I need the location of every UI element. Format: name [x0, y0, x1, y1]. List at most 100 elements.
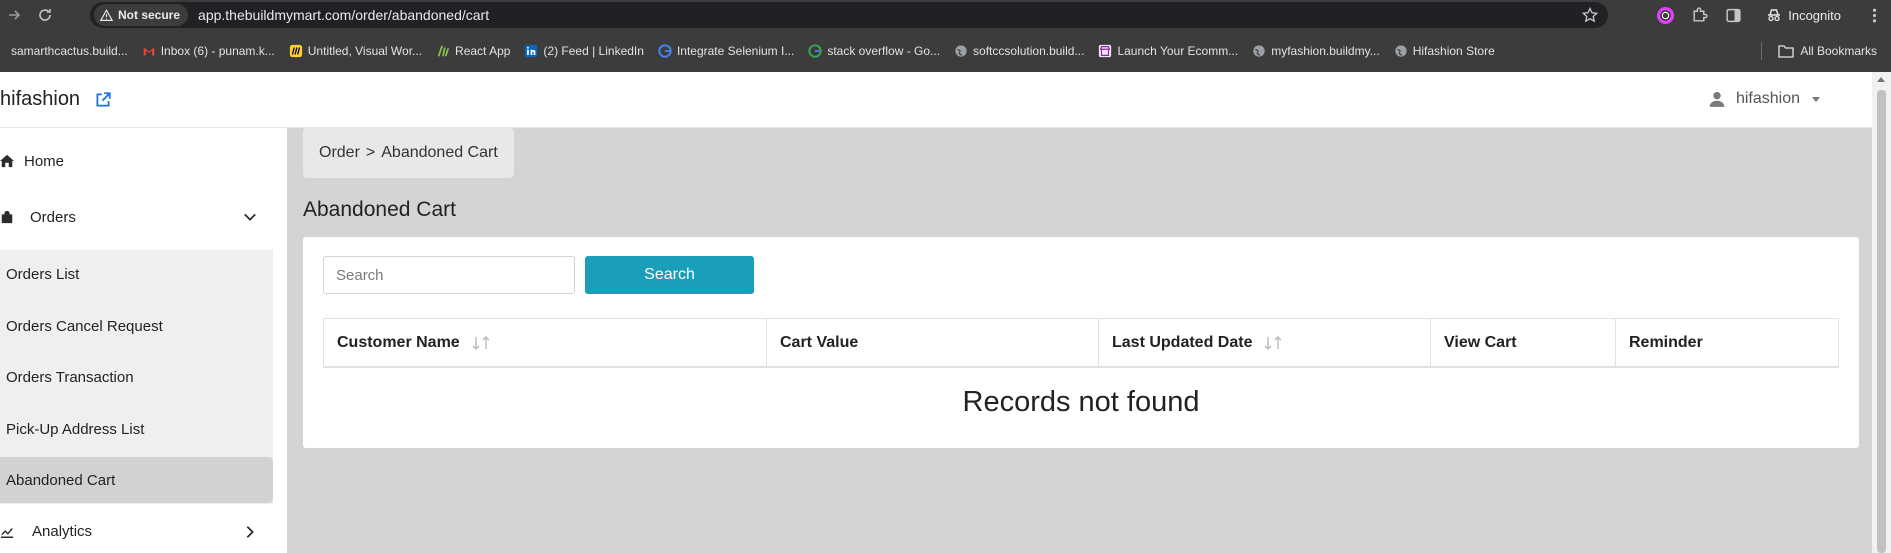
search-input[interactable] — [323, 256, 575, 294]
globe-icon — [1253, 45, 1265, 57]
bookmark-item[interactable]: samarthcactus.build... — [4, 37, 135, 65]
react-app-icon — [437, 45, 450, 57]
side-panel-button[interactable] — [1716, 0, 1750, 30]
sidebar-item-home[interactable]: Home — [0, 138, 287, 184]
orders-submenu: Orders List Orders Cancel Request Orders… — [0, 250, 273, 504]
bookmark-item[interactable]: Inbox (6) - punam.k... — [135, 37, 282, 65]
scroll-thumb[interactable] — [1877, 90, 1886, 553]
column-header-last-updated-date[interactable]: Last Updated Date — [1099, 319, 1431, 366]
caret-down-icon — [1812, 96, 1820, 102]
sidebar: Home Orders Orders List Orders Cancel Re… — [0, 128, 287, 553]
bookmark-label: Inbox (6) - punam.k... — [160, 44, 275, 58]
miro-icon — [289, 44, 302, 58]
bookmark-item[interactable]: softccsolution.build... — [947, 37, 1091, 65]
linkedin-icon — [525, 44, 538, 58]
sidebar-item-label: Pick-Up Address List — [6, 420, 145, 438]
bookmark-star-icon[interactable] — [1582, 7, 1598, 23]
column-label: Cart Value — [780, 333, 859, 351]
external-link-icon[interactable] — [94, 91, 112, 109]
bookmark-label: Untitled, Visual Wor... — [307, 44, 423, 58]
browser-toolbar: Not secure app.thebuildmymart.com/order/… — [0, 0, 1891, 30]
bookmark-item[interactable]: (2) Feed | LinkedIn — [517, 37, 651, 65]
column-label: View Cart — [1444, 333, 1517, 351]
google-icon — [658, 44, 672, 58]
side-panel-icon — [1726, 8, 1741, 22]
bookmark-label: (2) Feed | LinkedIn — [543, 44, 644, 58]
not-secure-chip[interactable]: Not secure — [94, 4, 189, 26]
breadcrumb-parent[interactable]: Order — [319, 144, 360, 162]
bookmark-label: samarthcactus.build... — [11, 44, 128, 58]
address-bar[interactable]: Not secure app.thebuildmymart.com/order/… — [90, 2, 1608, 28]
sidebar-item-label: Analytics — [32, 523, 93, 540]
bookmark-item[interactable]: Integrate Selenium I... — [651, 37, 801, 65]
column-label: Customer Name — [337, 333, 460, 351]
incognito-chip[interactable]: Incognito — [1754, 3, 1853, 27]
warning-triangle-icon — [100, 8, 113, 21]
sidebar-item-label: Orders Cancel Request — [6, 317, 163, 335]
search-button[interactable]: Search — [585, 256, 754, 294]
sidebar-item-label: Orders List — [6, 265, 80, 283]
bookmark-item[interactable]: Untitled, Visual Wor... — [282, 37, 429, 65]
breadcrumb: Order > Abandoned Cart — [303, 128, 514, 178]
incognito-icon — [1768, 9, 1781, 22]
line-chart-icon — [0, 527, 14, 538]
sidebar-item-abandoned-cart[interactable]: Abandoned Cart — [0, 457, 273, 503]
sort-icon[interactable] — [470, 335, 494, 351]
url-text: app.thebuildmymart.com/order/abandoned/c… — [198, 7, 490, 23]
bookmark-item[interactable]: Launch Your Ecomm... — [1091, 37, 1245, 65]
chevron-right-icon — [246, 525, 254, 538]
column-label: Reminder — [1629, 333, 1703, 351]
scroll-up-arrow-icon[interactable] — [1877, 77, 1885, 82]
not-secure-label: Not secure — [118, 8, 181, 22]
user-name: hifashion — [1735, 90, 1800, 107]
all-bookmarks-button[interactable]: All Bookmarks — [1761, 30, 1877, 72]
bookmark-item[interactable]: Hifashion Store — [1387, 37, 1502, 65]
sidebar-item-orders-transaction[interactable]: Orders Transaction — [0, 354, 273, 400]
user-menu[interactable]: hifashion — [1708, 90, 1820, 108]
page-scrollbar[interactable] — [1872, 72, 1891, 553]
browser-menu-button[interactable] — [1857, 0, 1891, 30]
puzzle-icon — [1693, 6, 1708, 22]
kebab-menu-icon — [1872, 8, 1876, 22]
sidebar-item-label: Abandoned Cart — [6, 471, 116, 489]
store-icon — [1099, 44, 1112, 58]
column-header-cart-value: Cart Value — [767, 319, 1099, 366]
shopping-bag-icon — [1, 210, 13, 224]
home-icon — [0, 154, 14, 168]
brand-name: hifashion — [0, 88, 81, 110]
reload-icon — [39, 9, 51, 21]
abandoned-cart-table-header: Customer Name Cart Value Last Updated Da… — [323, 318, 1839, 368]
bookmark-item[interactable]: myfashion.buildmy... — [1245, 37, 1387, 65]
extensions-button[interactable] — [1682, 0, 1716, 30]
forward-button[interactable] — [0, 0, 30, 30]
reload-button[interactable] — [30, 0, 60, 30]
sidebar-item-label: Orders Transaction — [6, 368, 134, 386]
bookmark-item[interactable]: React App — [429, 37, 517, 65]
bookmark-label: stack overflow - Go... — [827, 44, 941, 58]
color-wheel-icon — [1656, 6, 1674, 24]
bookmark-item[interactable]: stack overflow - Go... — [801, 37, 947, 65]
extension-color-button[interactable] — [1648, 0, 1682, 30]
bookmarks-bar: samarthcactus.build... Inbox (6) - punam… — [0, 30, 1891, 72]
column-label: Last Updated Date — [1112, 333, 1253, 351]
globe-icon — [1395, 45, 1407, 57]
breadcrumb-separator: > — [365, 144, 376, 161]
sidebar-item-orders-list[interactable]: Orders List — [0, 251, 273, 297]
bookmark-label: softccsolution.build... — [973, 44, 1085, 58]
sort-icon[interactable] — [1262, 335, 1286, 351]
bookmark-label: Integrate Selenium I... — [676, 44, 795, 58]
bookmark-label: myfashion.buildmy... — [1271, 44, 1380, 58]
column-header-customer-name[interactable]: Customer Name — [324, 319, 767, 366]
chevron-down-icon — [244, 213, 256, 221]
google-icon — [808, 44, 822, 58]
app-header: hifashion hifashion — [0, 72, 1872, 128]
bookmark-label: React App — [455, 44, 511, 58]
bookmark-label: Hifashion Store — [1412, 44, 1495, 58]
column-header-reminder: Reminder — [1616, 319, 1838, 366]
sidebar-item-orders-cancel-request[interactable]: Orders Cancel Request — [0, 303, 273, 349]
sidebar-item-orders[interactable]: Orders — [0, 194, 287, 240]
sidebar-item-analytics[interactable]: Analytics — [0, 510, 287, 553]
sidebar-item-pickup-address-list[interactable]: Pick-Up Address List — [0, 406, 273, 452]
sidebar-item-label: Orders — [30, 208, 76, 226]
page-title: Abandoned Cart — [303, 198, 456, 221]
